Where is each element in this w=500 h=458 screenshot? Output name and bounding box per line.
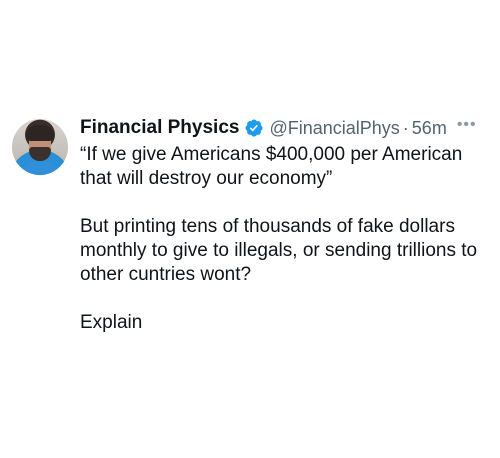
tweet[interactable]: Financial Physics @FinancialPhys · 56m •… <box>12 113 492 359</box>
tweet-text: “If we give Americans $400,000 per Ameri… <box>80 143 492 335</box>
author-name[interactable]: Financial Physics <box>80 117 239 139</box>
avatar-shirt <box>18 161 62 175</box>
tweet-paragraph: Explain <box>80 312 143 333</box>
more-horizontal-icon[interactable]: ••• <box>457 116 477 134</box>
avatar[interactable] <box>12 119 68 175</box>
tweet-header: Financial Physics @FinancialPhys · 56m •… <box>80 113 492 143</box>
tweet-paragraph: “If we give Americans $400,000 per Ameri… <box>80 144 463 189</box>
tweet-paragraph: But printing tens of thousands of fake d… <box>80 216 478 285</box>
tweet-content: Financial Physics @FinancialPhys · 56m •… <box>80 113 492 359</box>
tweet-time[interactable]: 56m <box>412 118 447 139</box>
avatar-hair <box>26 125 54 141</box>
separator-dot: · <box>402 117 409 138</box>
verified-badge-icon <box>244 118 264 138</box>
author-handle[interactable]: @FinancialPhys <box>269 118 399 139</box>
avatar-beard <box>29 147 51 161</box>
